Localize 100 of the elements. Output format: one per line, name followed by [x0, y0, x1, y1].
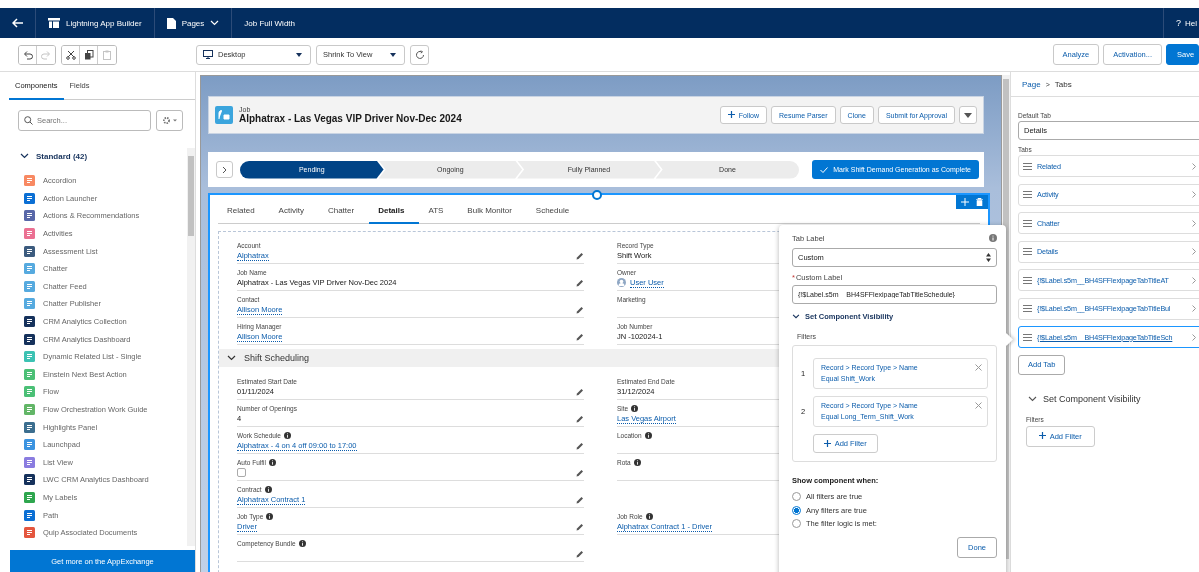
job-icon — [215, 106, 233, 124]
visibility-toggle[interactable]: Set Component Visibility — [1028, 392, 1199, 405]
chevron-icon — [1192, 248, 1196, 255]
info-icon[interactable] — [283, 432, 291, 439]
component-icon — [24, 439, 35, 451]
drag-handle-icon[interactable] — [1023, 248, 1032, 255]
info-icon[interactable] — [266, 513, 274, 520]
component-icon — [24, 210, 35, 222]
edit-icon[interactable] — [576, 332, 584, 341]
scissors-icon — [65, 49, 76, 60]
undo-icon — [22, 49, 33, 60]
drag-handle-icon[interactable] — [1023, 305, 1032, 312]
caret-icon — [964, 112, 972, 118]
info-icon[interactable] — [298, 540, 306, 547]
settings-button[interactable] — [156, 110, 183, 131]
component-icon — [24, 263, 35, 275]
record-tab[interactable]: Activity — [269, 198, 319, 224]
check-icon — [820, 166, 829, 173]
plus-icon — [727, 111, 735, 119]
clipboard-icon — [102, 49, 112, 60]
chevron-right-icon — [222, 165, 227, 174]
back-arrow-icon — [11, 18, 24, 28]
record-tab[interactable]: Chatter — [318, 198, 370, 224]
record-tab[interactable]: Related — [218, 198, 270, 224]
radio-button[interactable] — [792, 505, 801, 515]
component-icon — [24, 245, 35, 257]
chevron-down-icon — [792, 313, 800, 319]
cut-button[interactable] — [62, 45, 80, 64]
breadcrumb-current: Tabs — [1054, 79, 1072, 89]
user-avatar-icon — [617, 278, 626, 287]
copy-icon — [83, 49, 94, 60]
component-icon — [24, 192, 35, 204]
scrollbar[interactable] — [187, 148, 195, 546]
edit-icon[interactable] — [576, 305, 584, 314]
drag-handle-icon[interactable] — [1023, 162, 1032, 170]
edit-icon[interactable] — [576, 251, 584, 260]
component-icon — [24, 404, 35, 415]
edit-icon[interactable] — [576, 278, 584, 287]
record-tab[interactable]: Schedule — [526, 198, 585, 224]
edit-icon[interactable] — [576, 522, 584, 531]
move-icon[interactable] — [961, 198, 969, 206]
plus-icon — [1039, 432, 1046, 439]
more-actions-button[interactable] — [959, 106, 977, 124]
info-icon[interactable] — [633, 459, 641, 466]
up-down-arrows-icon — [986, 253, 991, 262]
delete-icon[interactable] — [976, 198, 983, 206]
undo-button[interactable] — [19, 45, 37, 64]
info-icon[interactable] — [264, 486, 272, 493]
drag-handle-icon[interactable] — [1023, 276, 1032, 284]
component-icon — [24, 298, 35, 310]
edit-icon[interactable] — [576, 387, 584, 396]
component-icon — [24, 280, 35, 292]
edit-icon[interactable] — [576, 468, 584, 477]
document-icon — [166, 17, 176, 29]
caret-icon — [296, 52, 302, 57]
gear-icon — [161, 116, 178, 125]
component-icon — [24, 351, 35, 363]
checkbox[interactable] — [237, 468, 246, 477]
breadcrumb-link[interactable]: Page — [1022, 79, 1041, 89]
layout-icon — [48, 18, 60, 28]
refresh-button[interactable] — [410, 44, 429, 65]
pages-menu[interactable]: Pages — [154, 8, 233, 38]
component-icon — [24, 474, 35, 486]
component-icon — [24, 228, 35, 240]
close-icon[interactable] — [975, 364, 982, 371]
redo-icon — [41, 49, 51, 60]
caret-icon — [390, 52, 396, 57]
edit-icon[interactable] — [576, 414, 584, 423]
page-name: Job Full Width — [244, 18, 295, 28]
component-icon — [24, 492, 35, 503]
info-icon[interactable] — [631, 405, 639, 412]
edit-icon[interactable] — [576, 441, 584, 450]
drag-handle-icon[interactable] — [1023, 333, 1032, 341]
info-icon[interactable] — [644, 432, 652, 439]
help-link[interactable]: ? Hel — [1162, 8, 1199, 38]
chevron-icon — [1192, 162, 1196, 170]
chevron-icon — [1192, 333, 1196, 341]
chevron-icon — [1192, 276, 1196, 284]
plus-icon — [824, 439, 831, 447]
component-icon — [24, 421, 35, 433]
chevron-down-icon — [1028, 395, 1037, 402]
record-tab[interactable]: ATS — [419, 198, 459, 224]
chevron-icon — [1192, 305, 1196, 312]
component-icon — [24, 368, 35, 380]
close-icon[interactable] — [975, 402, 982, 409]
record-tab[interactable]: Bulk Monitor — [458, 198, 527, 224]
edit-icon[interactable] — [576, 495, 584, 504]
chevron-down-icon — [210, 20, 220, 26]
group-toggle[interactable]: Standard (42) — [20, 148, 88, 164]
component-icon — [24, 333, 35, 345]
record-tab[interactable]: Details — [369, 198, 420, 224]
refresh-icon — [414, 49, 425, 60]
info-icon[interactable] — [645, 513, 653, 520]
drag-handle-icon[interactable] — [1023, 191, 1032, 198]
edit-icon[interactable] — [576, 549, 584, 558]
chevron-icon — [1192, 219, 1196, 227]
component-icon — [24, 175, 35, 187]
drag-handle-icon[interactable] — [1023, 219, 1032, 227]
info-icon[interactable] — [268, 459, 276, 466]
component-icon — [24, 456, 35, 468]
